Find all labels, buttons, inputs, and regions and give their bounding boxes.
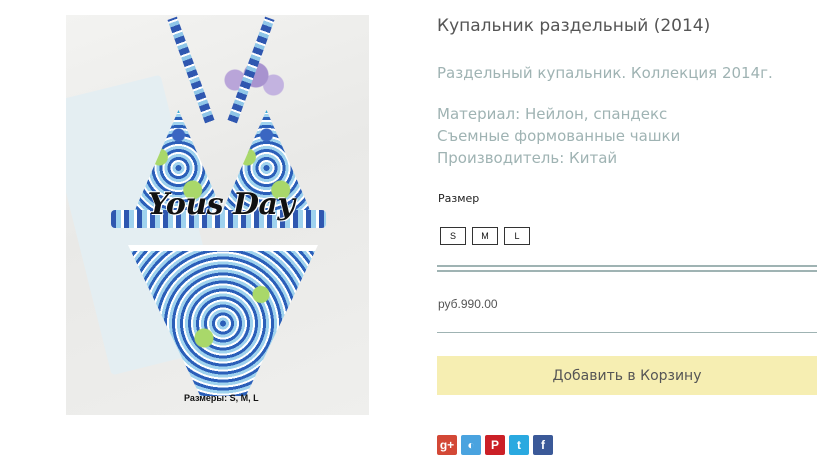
product-description: Раздельный купальник. Коллекция 2014г. М… [437,62,773,169]
product-image[interactable]: Yous Day Размеры: S, M, L [66,15,369,415]
description-line: Раздельный купальник. Коллекция 2014г. [437,64,773,82]
detail-material: Материал: Нейлон, спандекс [437,105,668,123]
size-option-s[interactable]: S [440,227,466,245]
google-plus-icon[interactable]: g+ [437,435,457,455]
size-option-m[interactable]: M [472,227,498,245]
detail-cups: Съемные формованные чашки [437,127,681,145]
image-watermark: Yous Day [147,187,295,222]
divider [437,332,817,333]
product-price: руб.990.00 [438,297,498,311]
size-option-l[interactable]: L [504,227,530,245]
facebook-icon[interactable]: f [533,435,553,455]
divider [437,265,817,272]
size-label: Размер [438,192,480,205]
add-to-cart-button[interactable]: Добавить в Корзину [437,356,817,395]
twitter-icon[interactable]: t [509,435,529,455]
swimsuit-strap-left [167,16,215,124]
size-options: S M L [440,227,530,245]
social-share-bar: g+ ◐ P t f [437,435,553,455]
pinterest-icon[interactable]: P [485,435,505,455]
livejournal-icon[interactable]: ◐ [461,435,481,455]
product-title: Купальник раздельный (2014) [437,16,711,36]
detail-manufacturer: Производитель: Китай [437,149,618,167]
image-sizes-caption: Размеры: S, M, L [184,393,259,403]
